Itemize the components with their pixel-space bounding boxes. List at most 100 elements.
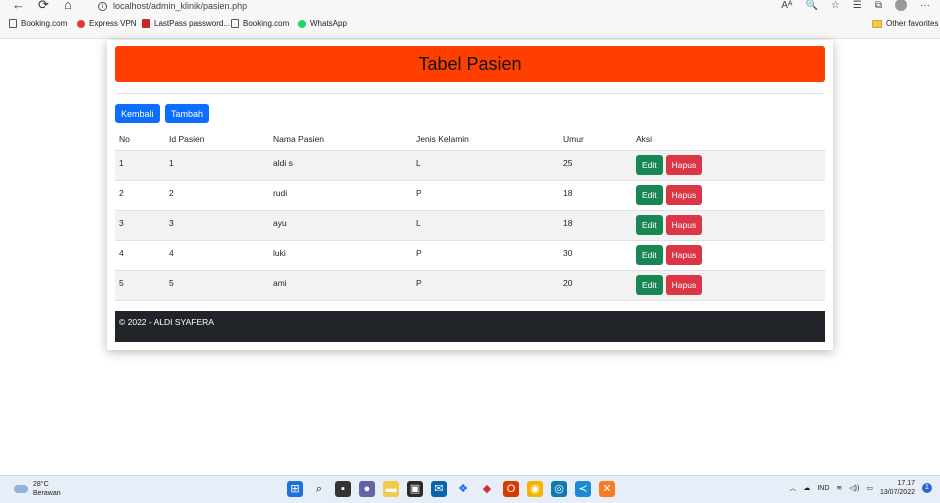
weather-temp: 28°C: [33, 481, 49, 488]
kembali-button[interactable]: Kembali: [115, 104, 160, 123]
cell-nama: ayu: [273, 218, 287, 228]
bookmark-label: LastPass password...: [154, 19, 231, 28]
language-indicator[interactable]: IND: [817, 485, 829, 492]
cell-umur: 18: [563, 188, 573, 198]
edit-button[interactable]: Edit: [636, 185, 663, 205]
whatsapp-icon: [298, 19, 306, 28]
cell-id: 1: [169, 158, 174, 168]
bookmark-express-vpn[interactable]: Express VPN: [77, 19, 137, 28]
bookmark-label: WhatsApp: [310, 19, 347, 28]
cell-jenis-kelamin: P: [416, 248, 422, 258]
bookmark-lastpass[interactable]: LastPass password...: [142, 19, 230, 28]
mail-icon[interactable]: ✉: [431, 481, 447, 497]
cloud-icon: [14, 485, 28, 493]
url-text[interactable]: localhost/admin_klinik/pasien.php: [113, 1, 247, 11]
edit-button[interactable]: Edit: [636, 155, 663, 175]
tambah-button[interactable]: Tambah: [165, 104, 210, 123]
read-aloud-icon[interactable]: Aᴬ: [781, 0, 792, 11]
cell-no: 3: [119, 218, 124, 228]
volume-icon[interactable]: ◁)): [849, 484, 859, 492]
office-icon[interactable]: O: [503, 481, 519, 497]
weather-widget[interactable]: 28°C Berawan: [14, 480, 61, 498]
store-icon[interactable]: ▣: [407, 481, 423, 497]
clock[interactable]: 17.17 13/07/2022: [880, 479, 915, 497]
favorites-list-icon[interactable]: ☰: [853, 0, 862, 11]
column-header: Aksi: [636, 134, 653, 144]
lastpass-icon: [142, 19, 150, 28]
cell-umur: 30: [563, 248, 573, 258]
page-icon: [231, 19, 239, 28]
table-header: No Id Pasien Nama Pasien Jenis Kelamin U…: [115, 128, 825, 151]
home-icon[interactable]: ⌂: [64, 0, 72, 11]
wifi-icon[interactable]: ≋: [836, 484, 842, 492]
info-icon[interactable]: i: [98, 1, 107, 11]
bookmark-booking-2[interactable]: Booking.com: [231, 19, 289, 28]
other-favorites-label: Other favorites: [886, 19, 939, 28]
file-explorer-icon[interactable]: ▬: [383, 481, 399, 497]
cell-nama: rudi: [273, 188, 288, 198]
xampp-icon[interactable]: ✕: [599, 481, 615, 497]
search-icon[interactable]: ⌕: [311, 481, 327, 497]
cloud-sync-icon[interactable]: ☁: [803, 484, 810, 492]
vpn-icon: [77, 19, 85, 28]
refresh-icon[interactable]: ⟳: [38, 0, 49, 11]
edit-button[interactable]: Edit: [636, 245, 663, 265]
address-bar: ← ⟳ ⌂ i localhost/admin_klinik/pasien.ph…: [0, 0, 940, 13]
chevron-up-icon[interactable]: ︿: [789, 483, 796, 493]
bookmark-booking-1[interactable]: Booking.com: [9, 19, 67, 28]
patient-table: No Id Pasien Nama Pasien Jenis Kelamin U…: [115, 128, 825, 301]
profile-avatar[interactable]: [895, 0, 907, 11]
bookmark-label: Booking.com: [21, 19, 68, 28]
chat-icon[interactable]: ●: [359, 481, 375, 497]
cell-nama: luki: [273, 248, 286, 258]
cell-aksi: Edit Hapus: [636, 181, 705, 210]
cell-id: 5: [169, 278, 174, 288]
url-field[interactable]: i localhost/admin_klinik/pasien.php: [98, 0, 247, 12]
cell-umur: 25: [563, 158, 573, 168]
hapus-button[interactable]: Hapus: [665, 185, 703, 205]
hapus-button[interactable]: Hapus: [665, 275, 703, 295]
other-favorites[interactable]: Other favorites: [872, 19, 938, 28]
chrome-icon[interactable]: ◉: [527, 481, 543, 497]
table-row: 5 5 ami P 20 Edit Hapus: [115, 271, 825, 301]
more-menu-icon[interactable]: ···: [920, 0, 930, 11]
git-icon[interactable]: ◆: [479, 481, 495, 497]
cell-no: 1: [119, 158, 124, 168]
battery-icon[interactable]: ▭: [866, 484, 873, 492]
hapus-button[interactable]: Hapus: [665, 215, 703, 235]
edit-button[interactable]: Edit: [636, 275, 663, 295]
page-title: Tabel Pasien: [115, 46, 825, 82]
browser-toolbar: Aᴬ 🔍 ☆ ☰ ⧉ ···: [781, 0, 930, 11]
collections-icon[interactable]: ⧉: [875, 0, 882, 11]
notification-badge[interactable]: 1: [922, 483, 932, 493]
cell-jenis-kelamin: P: [416, 278, 422, 288]
weather-desc: Berawan: [33, 490, 61, 497]
cell-no: 5: [119, 278, 124, 288]
page-icon: [9, 19, 17, 28]
cell-no: 2: [119, 188, 124, 198]
favorite-star-icon[interactable]: ☆: [831, 0, 840, 11]
bookmark-label: Express VPN: [89, 19, 137, 28]
table-row: 2 2 rudi P 18 Edit Hapus: [115, 181, 825, 211]
windows-start-icon[interactable]: ⊞: [287, 481, 303, 497]
cell-nama: aldi s: [273, 158, 293, 168]
taskbar-apps: ⊞ ⌕ ▪ ● ▬ ▣ ✉ ❖ ◆ O ◉ ◎ ≺ ✕: [287, 481, 615, 497]
bookmark-label: Booking.com: [243, 19, 290, 28]
cell-aksi: Edit Hapus: [636, 151, 705, 180]
table-row: 1 1 aldi s L 25 Edit Hapus: [115, 151, 825, 181]
cell-aksi: Edit Hapus: [636, 211, 705, 240]
zoom-icon[interactable]: 🔍: [805, 0, 817, 11]
column-header: Umur: [563, 134, 584, 144]
edit-button[interactable]: Edit: [636, 215, 663, 235]
cell-aksi: Edit Hapus: [636, 271, 705, 300]
taskbar: 28°C Berawan ⊞ ⌕ ▪ ● ▬ ▣ ✉ ❖ ◆ O ◉ ◎ ≺ ✕…: [0, 475, 940, 503]
vscode-icon[interactable]: ≺: [575, 481, 591, 497]
hapus-button[interactable]: Hapus: [665, 155, 703, 175]
back-arrow-icon[interactable]: ←: [12, 0, 25, 11]
bookmark-whatsapp[interactable]: WhatsApp: [298, 19, 347, 28]
dropbox-icon[interactable]: ❖: [455, 481, 471, 497]
cell-jenis-kelamin: L: [416, 218, 421, 228]
task-view-icon[interactable]: ▪: [335, 481, 351, 497]
edge-icon[interactable]: ◎: [551, 481, 567, 497]
hapus-button[interactable]: Hapus: [665, 245, 703, 265]
